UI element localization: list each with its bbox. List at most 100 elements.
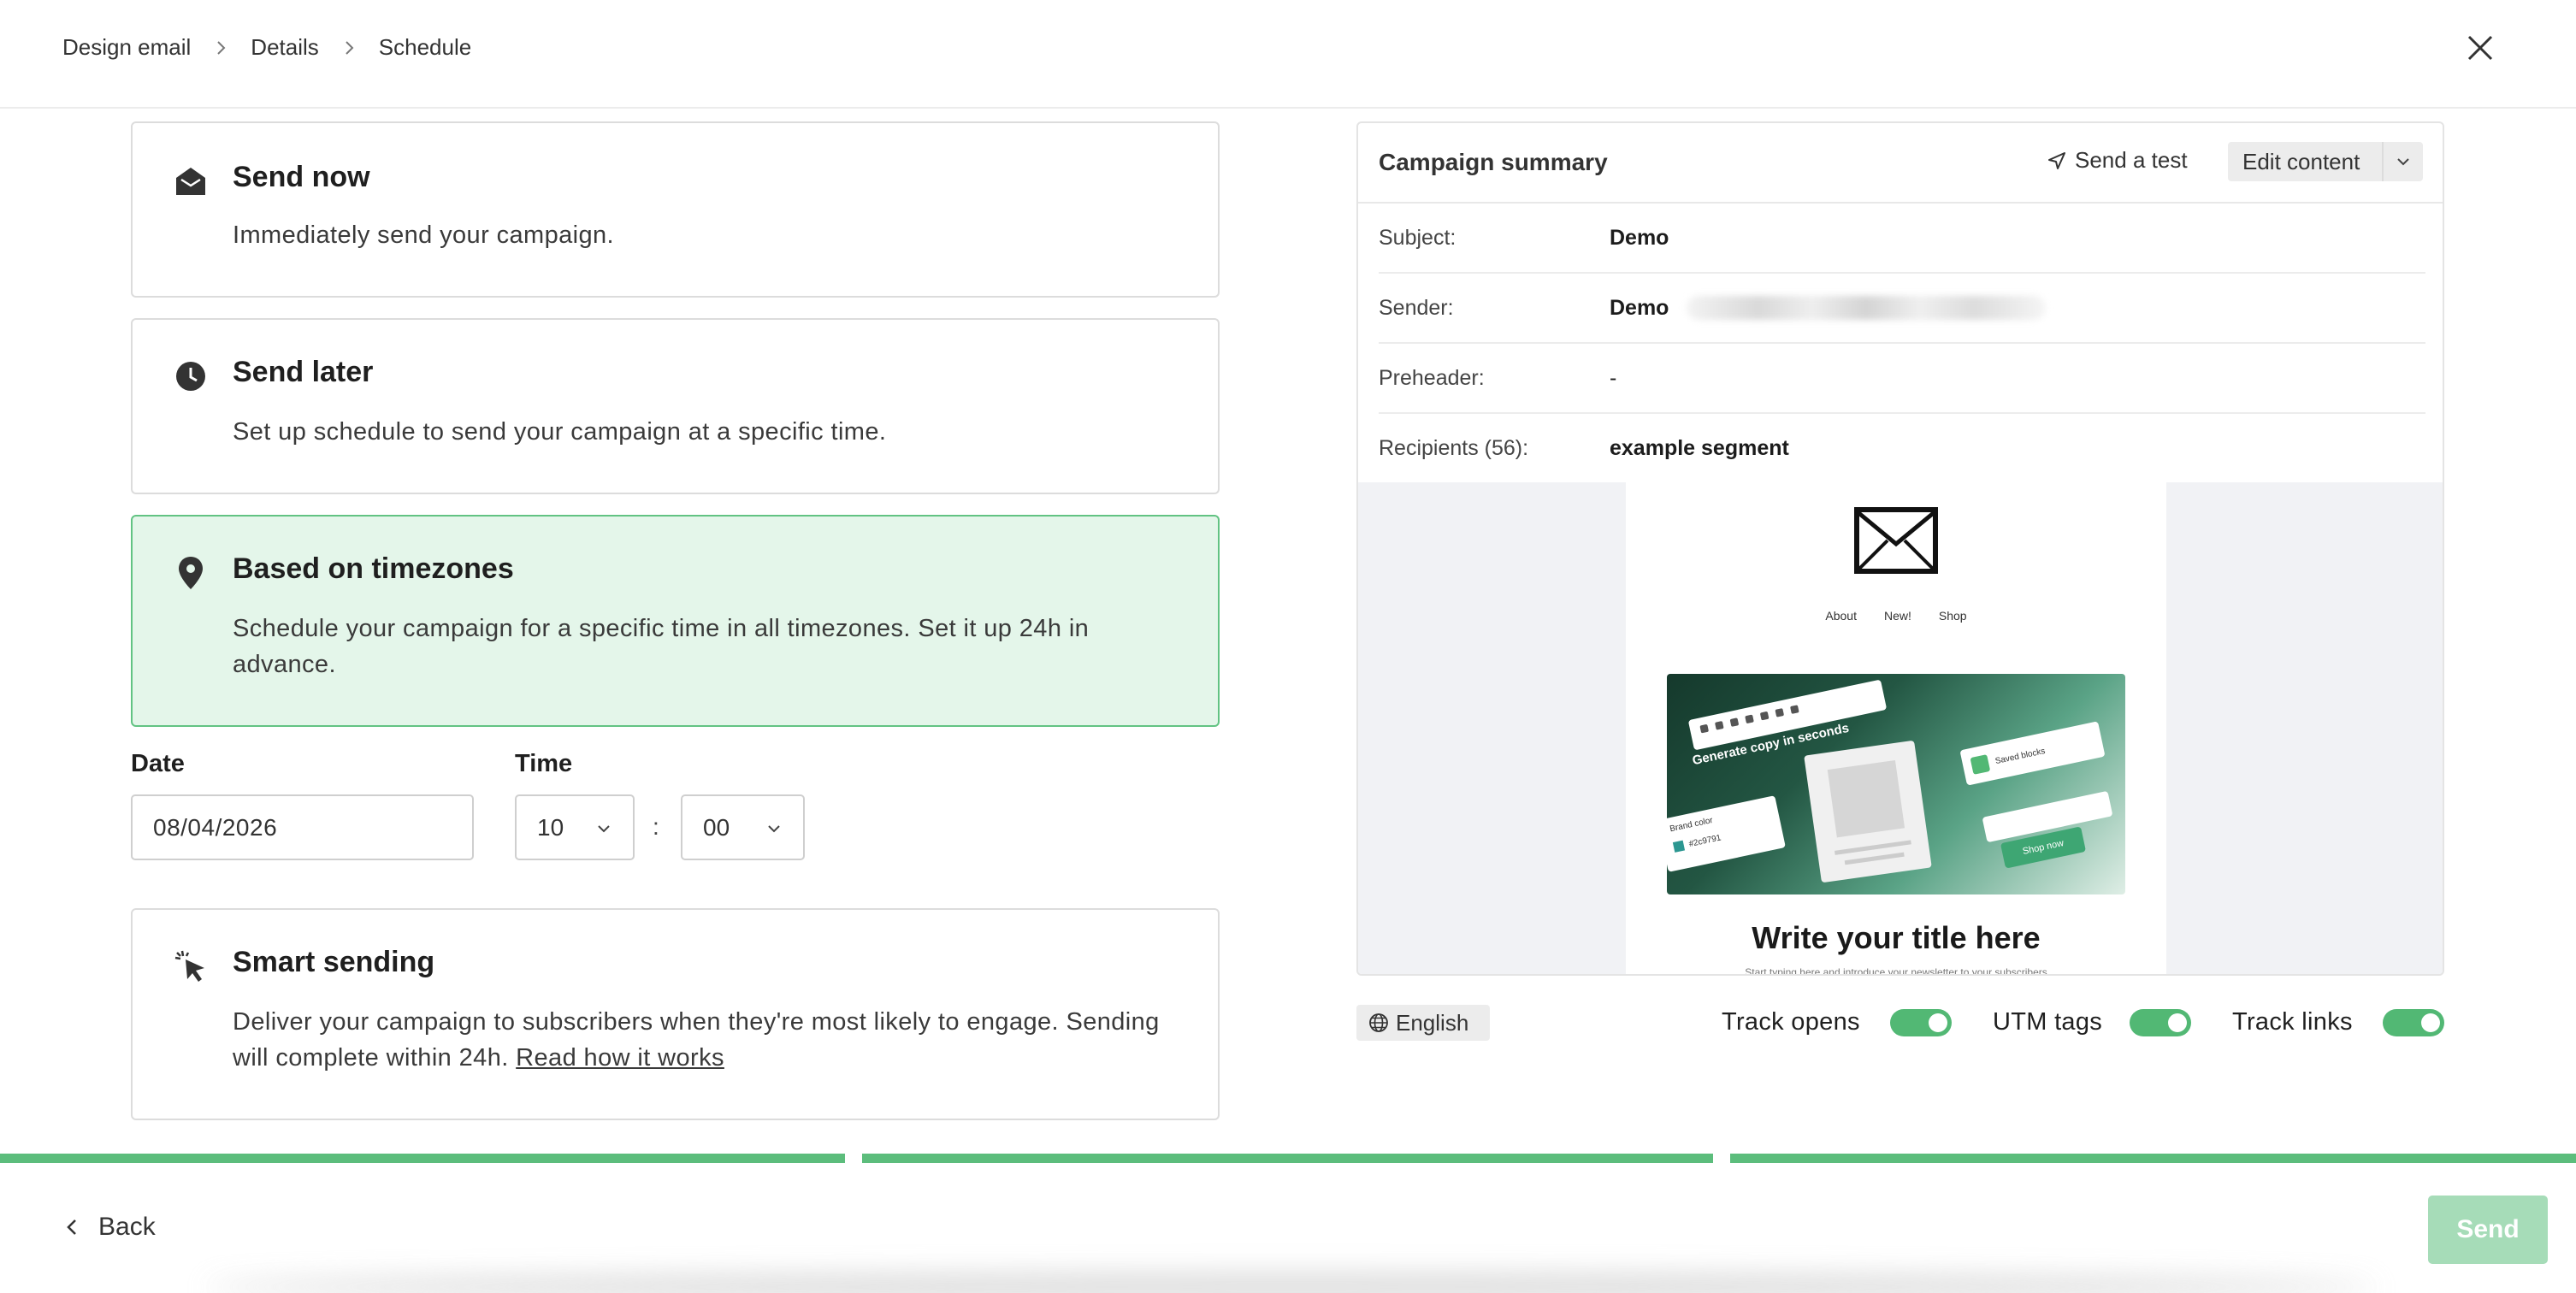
chevron-left-icon <box>67 1219 76 1235</box>
summary-row-sender: Sender: Demo <box>1379 274 2425 344</box>
option-description: Schedule your campaign for a specific ti… <box>233 615 1090 678</box>
toggle-knob <box>2421 1013 2440 1032</box>
language-selector[interactable]: English <box>1356 1005 1490 1041</box>
saved-blocks-card: Saved blocks <box>1959 721 2106 786</box>
send-button[interactable]: Send <box>2428 1196 2548 1264</box>
send-test-label: Send a test <box>2075 147 2188 173</box>
email-nav-item: New! <box>1883 609 1911 623</box>
close-button[interactable] <box>2463 31 2497 65</box>
edit-content-button[interactable]: Edit content <box>2228 149 2382 175</box>
edit-content-dropdown[interactable] <box>2382 142 2423 181</box>
chevron-down-icon <box>2397 158 2409 166</box>
chevron-down-icon <box>598 825 610 833</box>
email-title: Write your title here <box>1752 920 2041 955</box>
footer-shadow <box>205 1274 2378 1293</box>
breadcrumb: Design email Details Schedule <box>62 34 471 61</box>
progress-step-2 <box>862 1154 1713 1163</box>
track-links-toggle[interactable] <box>2383 1009 2444 1036</box>
back-label: Back <box>98 1213 156 1241</box>
option-smart-sending[interactable]: Smart sending Deliver your campaign to s… <box>131 908 1220 1120</box>
summary-key: Sender: <box>1379 296 1454 320</box>
read-how-it-works-link[interactable]: Read how it works <box>516 1044 724 1072</box>
brand-color-swatch <box>1672 840 1686 853</box>
toolbar-dot <box>1790 705 1799 714</box>
progress-step-3 <box>1730 1154 2576 1163</box>
summary-value: example segment <box>1610 436 1789 460</box>
breadcrumb-schedule: Schedule <box>378 34 472 60</box>
track-links-label: Track links <box>2232 1008 2353 1036</box>
email-preview[interactable]: About New! Shop Generate copy in seconds… <box>1358 482 2443 976</box>
close-icon <box>2467 35 2493 61</box>
email-nav-item: About <box>1825 609 1857 623</box>
toggle-knob <box>1929 1013 1947 1032</box>
summary-row-subject: Subject: Demo <box>1379 204 2425 274</box>
option-description: Set up schedule to send your campaign at… <box>233 418 887 446</box>
tshirt-image <box>1827 759 1905 838</box>
send-icon <box>2048 151 2065 169</box>
option-title: Based on timezones <box>233 552 514 585</box>
hour-select[interactable]: 10 <box>515 794 635 860</box>
track-opens-toggle[interactable] <box>1890 1009 1952 1036</box>
date-label: Date <box>131 750 185 777</box>
option-title: Send later <box>233 356 374 388</box>
chevron-right-icon <box>319 35 379 61</box>
option-send-now[interactable]: Send now Immediately send your campaign. <box>131 121 1220 298</box>
saved-blocks-label: Saved blocks <box>1994 746 2047 766</box>
toolbar-dot <box>1699 723 1710 734</box>
option-description: Deliver your campaign to subscribers whe… <box>233 1004 1182 1076</box>
summary-value: Demo <box>1610 296 1669 320</box>
summary-value: Demo <box>1610 226 1669 250</box>
summary-row-preheader: Preheader: - <box>1379 344 2425 414</box>
email-subtitle: Start typing here and introduce your new… <box>1745 966 2047 976</box>
summary-value: - <box>1610 366 1617 390</box>
language-label: English <box>1396 1009 1469 1036</box>
summary-key: Preheader: <box>1379 366 1485 390</box>
edit-content-group: Edit content <box>2228 142 2423 181</box>
envelope-logo-icon <box>1854 507 1938 574</box>
cursor-click-icon <box>173 948 209 984</box>
minute-select[interactable]: 00 <box>681 794 805 860</box>
product-text-line <box>1844 852 1905 865</box>
send-test-button[interactable]: Send a test <box>2047 147 2188 174</box>
option-title: Smart sending <box>233 946 435 978</box>
utm-tags-label: UTM tags <box>1993 1008 2103 1036</box>
globe-icon <box>1369 1013 1388 1032</box>
hero-image: Generate copy in seconds Brand color #2c… <box>1667 674 2125 894</box>
product-card <box>1804 740 1932 883</box>
toggle-knob <box>2168 1013 2187 1032</box>
option-title: Send now <box>233 161 370 193</box>
campaign-summary-panel: Campaign summary Send a test Edit conten… <box>1356 121 2444 976</box>
redacted-sender-email <box>1687 296 2046 320</box>
toolbar-dot <box>1745 714 1754 724</box>
back-button[interactable]: Back <box>64 1213 156 1242</box>
option-description: Immediately send your campaign. <box>233 221 614 249</box>
toolbar-dot <box>1714 720 1724 730</box>
option-based-on-timezones[interactable]: Based on timezones Schedule your campaig… <box>131 515 1220 727</box>
hour-value: 10 <box>537 813 564 841</box>
progress-step-1 <box>0 1154 845 1163</box>
time-label: Time <box>515 750 573 777</box>
chevron-down-icon <box>768 825 780 833</box>
email-preview-content: About New! Shop Generate copy in seconds… <box>1626 482 2166 976</box>
saved-blocks-icon <box>1970 754 1991 775</box>
track-opens-label: Track opens <box>1722 1008 1860 1036</box>
option-send-later[interactable]: Send later Set up schedule to send your … <box>131 318 1220 494</box>
summary-key: Recipients (56): <box>1379 436 1529 460</box>
breadcrumb-details[interactable]: Details <box>251 34 318 61</box>
time-separator: : <box>653 813 659 840</box>
date-input[interactable] <box>131 794 474 860</box>
breadcrumb-design-email[interactable]: Design email <box>62 34 191 61</box>
chevron-right-icon <box>191 35 251 61</box>
minute-value: 00 <box>703 813 730 841</box>
header: Design email Details Schedule <box>0 0 2576 109</box>
summary-row-recipients: Recipients (56): example segment <box>1379 414 2425 484</box>
email-nav-item: Shop <box>1938 609 1967 623</box>
utm-tags-toggle[interactable] <box>2130 1009 2191 1036</box>
clock-icon <box>173 358 209 394</box>
summary-header: Campaign summary Send a test Edit conten… <box>1358 123 2443 204</box>
toolbar-dot <box>1729 717 1740 727</box>
location-pin-icon <box>173 555 209 591</box>
brand-color-hex: #2c9791 <box>1687 832 1722 849</box>
email-nav: About New! Shop <box>1626 609 2166 623</box>
toolbar-dot <box>1759 711 1770 721</box>
